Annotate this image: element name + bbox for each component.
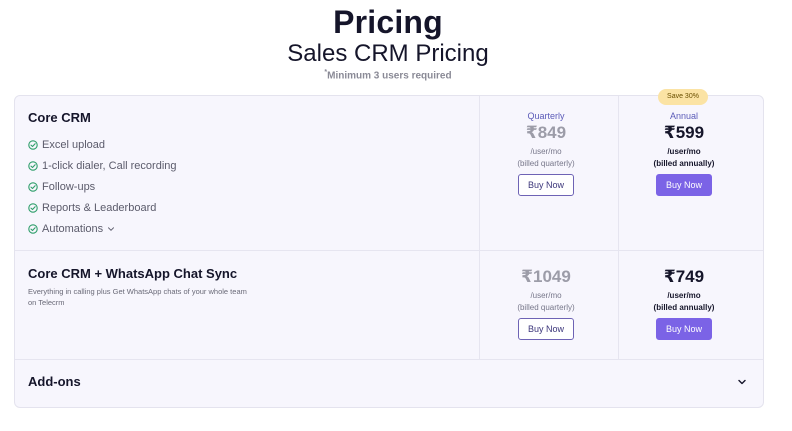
check-circle-icon	[28, 140, 38, 150]
feature-item: Follow-ups	[28, 181, 95, 193]
price-quarterly: ₹1049	[521, 267, 571, 286]
plan-title-core-crm: Core CRM	[28, 110, 91, 125]
price-annual: ₹599	[663, 123, 705, 142]
check-circle-icon	[28, 161, 38, 171]
check-circle-icon	[28, 224, 38, 234]
price-unit: /user/mo	[530, 291, 562, 300]
feature-item: Excel upload	[28, 139, 105, 151]
feature-item: 1-click dialer, Call recording	[28, 160, 177, 172]
plan-title-whatsapp-sync: Core CRM + WhatsApp Chat Sync	[28, 266, 238, 281]
feature-label: Automations	[42, 223, 104, 235]
save-badge: Save 30%	[658, 89, 708, 105]
page-title: Pricing	[333, 4, 443, 40]
feature-label: Follow-ups	[42, 181, 96, 193]
page-subtitle: Sales CRM Pricing	[287, 40, 489, 67]
period-label-annual: Annual	[669, 111, 699, 121]
billing-note: (billed annually)	[653, 303, 715, 312]
row-divider	[15, 359, 763, 360]
plan-description: Everything in calling plus Get WhatsApp …	[28, 287, 247, 307]
buy-now-button-whatsapp-quarterly[interactable]: Buy Now	[518, 318, 574, 340]
feature-item: Reports & Leaderboard	[28, 202, 156, 214]
price-unit: /user/mo	[530, 147, 562, 156]
check-circle-icon	[28, 203, 38, 213]
billing-note: (billed quarterly)	[517, 159, 575, 168]
price-quarterly: ₹849	[525, 123, 567, 142]
billing-note: (billed annually)	[653, 159, 715, 168]
chevron-down-icon[interactable]	[107, 225, 115, 233]
chevron-down-icon[interactable]	[737, 377, 747, 387]
core-crm-quarterly: Quarterly ₹849 /user/mo (billed quarterl…	[477, 111, 615, 196]
billing-note: (billed quarterly)	[517, 303, 575, 312]
feature-label: Excel upload	[42, 139, 105, 151]
core-crm-annual: Annual ₹599 /user/mo (billed annually) B…	[615, 111, 753, 196]
note-text: Minimum 3 users required	[327, 70, 452, 82]
feature-label: 1-click dialer, Call recording	[42, 160, 177, 172]
row-divider	[15, 250, 763, 251]
minimum-users-note: *Minimum 3 users required	[0, 69, 776, 81]
feature-label: Reports & Leaderboard	[42, 202, 157, 214]
whatsapp-sync-quarterly: ₹1049 /user/mo (billed quarterly) Buy No…	[477, 265, 615, 340]
price-unit: /user/mo	[667, 147, 701, 156]
buy-now-button-core-quarterly[interactable]: Buy Now	[518, 174, 574, 196]
pricing-table: Save 30% Core CRM Excel upload 1-click d…	[14, 89, 764, 408]
price-annual: ₹749	[663, 267, 705, 286]
period-label-quarterly: Quarterly	[527, 111, 565, 121]
check-circle-icon	[28, 182, 38, 192]
feature-item-automations[interactable]: Automations	[28, 223, 115, 235]
buy-now-button-core-annual[interactable]: Buy Now	[656, 174, 712, 196]
buy-now-button-whatsapp-annual[interactable]: Buy Now	[656, 318, 712, 340]
addons-label[interactable]: Add-ons	[28, 374, 81, 389]
whatsapp-sync-annual: ₹749 /user/mo (billed annually) Buy Now	[615, 265, 753, 340]
price-unit: /user/mo	[667, 291, 701, 300]
